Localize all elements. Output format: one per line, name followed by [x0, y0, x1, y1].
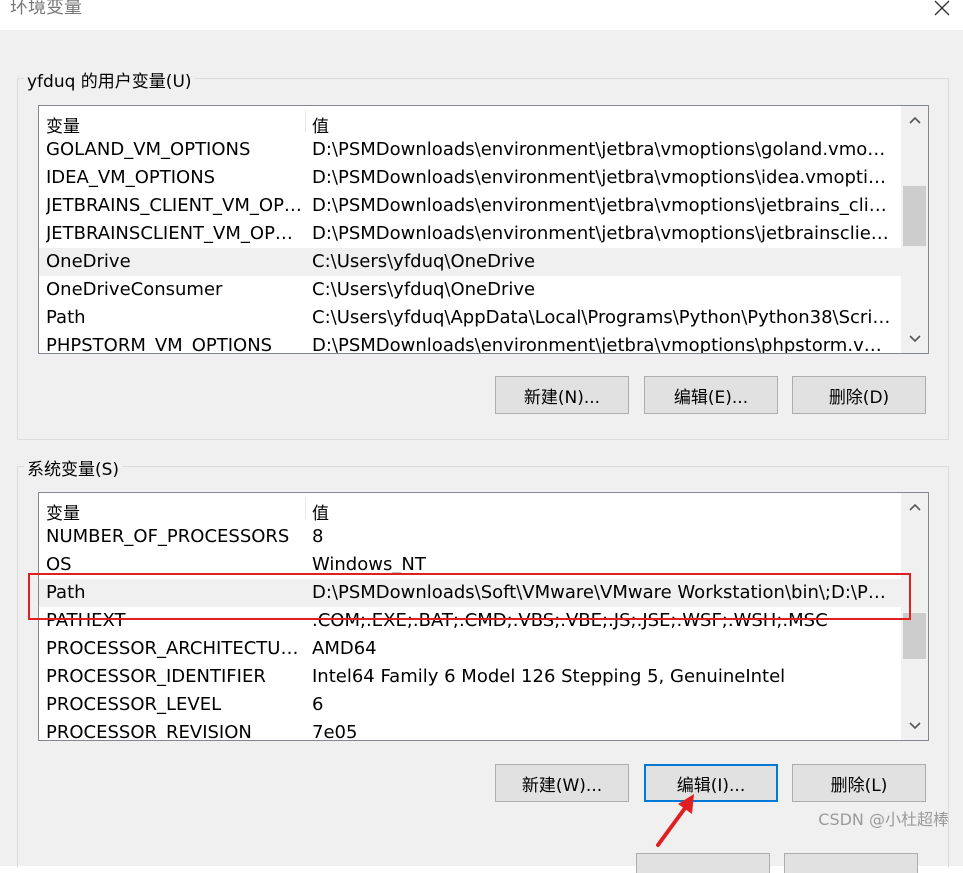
variable-name-cell: Path [46, 307, 86, 328]
table-row[interactable]: IDEA_VM_OPTIONS D:\PSMDownloads\environme… [39, 164, 902, 192]
window-title: 环境变量 [10, 0, 82, 18]
ok-button[interactable] [636, 853, 770, 873]
variable-name-cell: PROCESSOR_LEVEL [46, 694, 222, 715]
scroll-up-arrow-icon[interactable] [901, 106, 928, 134]
user-vars-list[interactable]: 变量 值 GOLAND_VM_OPTIONS D:\PSMDownloads\en… [38, 105, 929, 354]
table-row[interactable]: PROCESSOR_ARCHITECTURE AMD64 [39, 635, 902, 663]
title-bar: 环境变量 [0, 0, 963, 30]
watermark: CSDN @小杜超棒 [818, 810, 949, 829]
variable-value-cell: D:\PSMDownloads\environment\jetbra\vmopt… [312, 139, 894, 160]
user-delete-button[interactable]: 删除(D) [792, 376, 926, 414]
table-row[interactable]: GOLAND_VM_OPTIONS D:\PSMDownloads\environ… [39, 136, 902, 164]
variable-value-cell: 6 [312, 694, 324, 715]
table-row[interactable]: PHPSTORM_VM_OPTIONS D:\PSMDownloads\envir… [39, 332, 902, 354]
table-row[interactable]: PROCESSOR_LEVEL 6 [39, 691, 902, 719]
highlight-box [28, 573, 911, 620]
variable-name-cell: PROCESSOR_IDENTIFIER [46, 666, 266, 687]
user-vars-list-header: 变量 值 [39, 106, 928, 137]
column-header-name[interactable]: 变量 [46, 112, 80, 137]
variable-value-cell: 7e05 [312, 722, 358, 741]
system-delete-button[interactable]: 删除(L) [792, 764, 926, 802]
table-row[interactable]: OneDriveConsumer C:\Users\yfduq\OneDrive [39, 276, 902, 304]
variable-name-cell: JETBRAINSCLIENT_VM_OPTIONS [46, 223, 302, 244]
user-vars-rows: GOLAND_VM_OPTIONS D:\PSMDownloads\environ… [39, 136, 902, 354]
column-divider[interactable] [305, 497, 306, 519]
system-vars-rows: NUMBER_OF_PROCESSORS 8 OS Windows_NT Path D:\… [39, 523, 902, 741]
table-row[interactable]: NUMBER_OF_PROCESSORS 8 [39, 523, 902, 551]
variable-value-cell: C:\Users\yfduq\OneDrive [312, 279, 536, 300]
system-vars-group-label: 系统变量(S) [24, 455, 123, 480]
close-icon[interactable] [930, 0, 954, 20]
variable-value-cell: D:\PSMDownloads\environment\jetbra\vmopt… [312, 223, 894, 244]
table-row[interactable]: PROCESSOR_REVISION 7e05 [39, 719, 902, 741]
column-header-name[interactable]: 变量 [46, 499, 80, 524]
variable-name-cell: PHPSTORM_VM_OPTIONS [46, 335, 273, 354]
user-edit-button[interactable]: 编辑(E)... [644, 376, 778, 414]
variable-value-cell: AMD64 [312, 638, 377, 659]
variable-value-cell: C:\Users\yfduq\AppData\Local\Programs\Py… [312, 307, 894, 328]
table-row[interactable]: JETBRAINS_CLIENT_VM_OPTIONS D:\PSMDownloa… [39, 192, 902, 220]
user-vars-group-label: yfduq 的用户变量(U) [24, 67, 195, 92]
variable-name-cell: IDEA_VM_OPTIONS [46, 167, 216, 188]
variable-name-cell: NUMBER_OF_PROCESSORS [46, 526, 290, 547]
variable-value-cell: D:\PSMDownloads\environment\jetbra\vmopt… [312, 195, 894, 216]
system-vars-list-header: 变量 值 [39, 493, 928, 524]
table-row[interactable]: OneDrive C:\Users\yfduq\OneDrive [39, 248, 902, 276]
column-divider[interactable] [305, 110, 306, 132]
cancel-button[interactable] [784, 853, 918, 873]
variable-name-cell: JETBRAINS_CLIENT_VM_OPTIONS [46, 195, 302, 216]
variable-value-cell: C:\Users\yfduq\OneDrive [312, 251, 536, 272]
scroll-thumb[interactable] [903, 186, 926, 246]
variable-value-cell: D:\PSMDownloads\environment\jetbra\vmopt… [312, 335, 894, 354]
variable-value-cell: Intel64 Family 6 Model 126 Stepping 5, G… [312, 666, 786, 687]
arrow-annotation-icon [656, 794, 694, 847]
system-new-button[interactable]: 新建(W)... [495, 764, 629, 802]
table-row[interactable]: PROCESSOR_IDENTIFIER Intel64 Family 6 Mod… [39, 663, 902, 691]
variable-name-cell: PROCESSOR_ARCHITECTURE [46, 638, 302, 659]
user-vars-scrollbar[interactable] [901, 106, 928, 353]
variable-name-cell: GOLAND_VM_OPTIONS [46, 139, 251, 160]
scroll-up-arrow-icon[interactable] [901, 493, 928, 521]
table-row[interactable]: Path C:\Users\yfduq\AppData\Local\Program… [39, 304, 902, 332]
table-row[interactable]: JETBRAINSCLIENT_VM_OPTIONS D:\PSMDownload… [39, 220, 902, 248]
variable-name-cell: PROCESSOR_REVISION [46, 722, 252, 741]
scroll-down-arrow-icon[interactable] [901, 325, 928, 353]
scroll-down-arrow-icon[interactable] [901, 712, 928, 740]
user-new-button[interactable]: 新建(N)... [495, 376, 629, 414]
variable-name-cell: OneDriveConsumer [46, 279, 223, 300]
column-header-value[interactable]: 值 [312, 499, 329, 524]
variable-value-cell: 8 [312, 526, 324, 547]
variable-value-cell: D:\PSMDownloads\environment\jetbra\vmopt… [312, 167, 894, 188]
column-header-value[interactable]: 值 [312, 112, 329, 137]
dialog-client-area: yfduq 的用户变量(U) 变量 值 GOLAND_VM_OPTIONS D:\… [0, 30, 963, 873]
variable-name-cell: OneDrive [46, 251, 131, 272]
